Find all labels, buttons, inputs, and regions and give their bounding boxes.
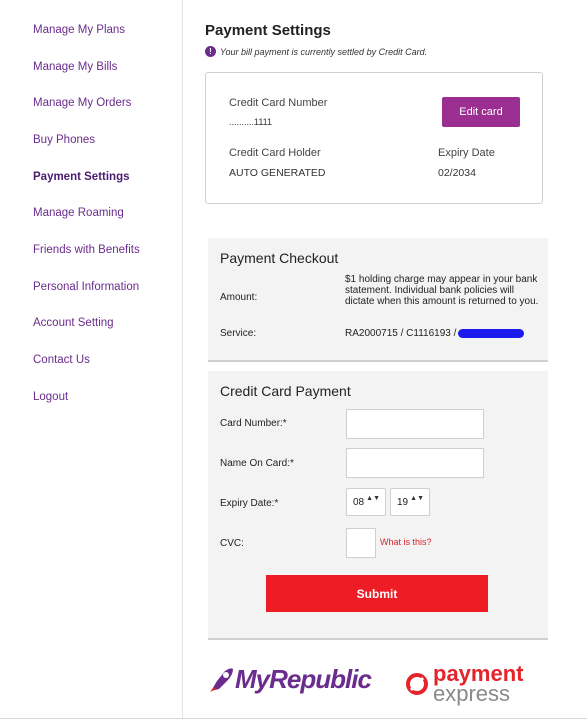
myrepublic-wordmark: MyRepublic [235,664,372,694]
sidebar-item-payment-settings[interactable]: Payment Settings [33,171,130,183]
cc-payment-title: Credit Card Payment [220,383,351,399]
chevron-updown-icon: ▲▼ [410,495,424,502]
myrepublic-logo: MyRepublic [207,664,372,695]
page-frame: Manage My Plans Manage My Bills Manage M… [0,0,587,724]
cvc-input[interactable] [346,528,376,558]
sidebar-item-manage-my-bills[interactable]: Manage My Bills [33,61,117,73]
card-holder-value: AUTO GENERATED [229,167,326,179]
sidebar-item-personal-information[interactable]: Personal Information [33,281,139,293]
service-label: Service: [220,328,257,339]
sidebar-item-manage-my-plans[interactable]: Manage My Plans [33,24,125,36]
payment-express-logo: payment express [405,663,523,706]
credit-card-payment-panel: Credit Card Payment Card Number:* Name O… [208,371,548,640]
service-value-row: RA2000715 / C1116193 / [345,328,543,339]
payment-notice: ! Your bill payment is currently settled… [205,46,427,57]
expiry-month-select[interactable]: 08 ▲▼ [346,488,386,516]
card-number-input[interactable] [346,409,484,439]
divider [0,718,587,719]
amount-value: $1 holding charge may appear in your ban… [345,274,539,307]
name-on-card-input[interactable] [346,448,484,478]
redaction-mark [458,328,525,338]
edit-card-button[interactable]: Edit card [442,97,520,127]
rocket-icon [210,667,233,692]
info-icon: ! [205,46,216,57]
checkout-title: Payment Checkout [220,250,339,266]
cvc-label: CVC: [220,538,244,549]
sidebar-item-account-setting[interactable]: Account Setting [33,317,114,329]
service-value: RA2000715 / C1116193 / [345,328,457,339]
expiry-field-label: Expiry Date:* [220,498,279,509]
card-number-label: Credit Card Number [229,97,328,109]
sidebar-item-manage-roaming[interactable]: Manage Roaming [33,207,124,219]
express-wordmark: express [433,681,511,706]
sidebar-item-friends-with-benefits[interactable]: Friends with Benefits [33,244,140,256]
expiry-date-value: 02/2034 [438,167,476,179]
chevron-updown-icon: ▲▼ [366,495,380,502]
notice-text: Your bill payment is currently settled b… [220,46,428,57]
card-number-field-label: Card Number:* [220,418,287,429]
expiry-month-value: 08 [353,496,365,508]
amount-label: Amount: [220,292,258,303]
page-title: Payment Settings [205,22,331,39]
payment-checkout-panel: Payment Checkout Amount: $1 holding char… [208,238,548,362]
main-content: Payment Settings ! Your bill payment is … [183,0,587,724]
card-holder-label: Credit Card Holder [229,147,321,159]
submit-button[interactable]: Submit [266,575,488,612]
expiry-year-select[interactable]: 19 ▲▼ [390,488,430,516]
sidebar-item-buy-phones[interactable]: Buy Phones [33,134,95,146]
sidebar-item-manage-my-orders[interactable]: Manage My Orders [33,97,131,109]
cvc-help-link[interactable]: What is this? [380,537,432,547]
expiry-year-value: 19 [397,496,409,508]
card-number-value: ..........1111 [229,117,273,127]
sidebar-item-contact-us[interactable]: Contact Us [33,354,90,366]
name-on-card-label: Name On Card:* [220,458,294,469]
sidebar-item-logout[interactable]: Logout [33,391,68,403]
credit-card-summary: Credit Card Number ..........1111 Edit c… [205,72,543,204]
sidebar-nav: Manage My Plans Manage My Bills Manage M… [0,0,183,718]
expiry-date-label: Expiry Date [438,147,495,159]
payment-express-mark-icon [406,673,428,695]
